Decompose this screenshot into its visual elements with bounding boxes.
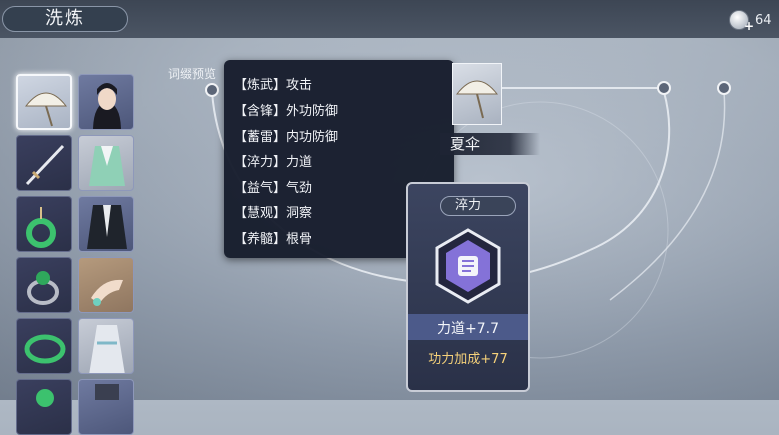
selected-item-frame[interactable]: [452, 63, 502, 125]
umbrella-icon: [455, 80, 499, 119]
affix-row: 【养髓】根骨: [234, 228, 312, 247]
affix-row: 【淬力】力道: [234, 151, 312, 170]
affix-row: 【含锋】外功防御: [234, 100, 338, 119]
affix-row: 【炼武】攻击: [234, 74, 312, 93]
affix-stat-value: 力道+7.7: [437, 321, 499, 337]
ring-icon: [27, 271, 59, 305]
affix-row: 【益气】气劲: [234, 177, 312, 196]
slot-pendant[interactable]: [16, 196, 72, 252]
affix-prefix: 【益气】: [234, 181, 287, 196]
slot-ring[interactable]: [16, 257, 72, 313]
affix-stat: 气劲: [286, 181, 313, 196]
arc-knob-left: [205, 83, 219, 97]
shoes-icon: [95, 384, 119, 400]
outfit-slot-shoes[interactable]: [78, 379, 134, 435]
affix-preview-label: 词缀预览: [168, 67, 217, 81]
outfit-slot-head[interactable]: [78, 74, 134, 130]
slot-sword[interactable]: [16, 135, 72, 191]
affix-stat: 力道: [286, 155, 313, 170]
affix-prefix: 【炼武】: [234, 78, 287, 93]
outfit-slot-top[interactable]: [78, 135, 134, 191]
bracelet-icon: [24, 334, 66, 364]
skirt-icon: [89, 325, 125, 373]
affix-stat: 内功防御: [286, 130, 339, 145]
jade-accessory-icon: [36, 389, 54, 407]
affix-bonus-value: 功力加成+77: [428, 352, 508, 367]
affix-prefix: 【含锋】: [234, 104, 287, 119]
fist-icon: [435, 228, 501, 304]
currency-display[interactable]: + 64: [729, 8, 779, 33]
arc-knob-right: [657, 81, 671, 95]
dark-robe-icon: [87, 205, 127, 249]
affix-stat: 攻击: [286, 78, 313, 93]
slot-umbrella[interactable]: [16, 74, 72, 130]
character-head-icon: [93, 83, 121, 129]
arc-knob-far-right: [717, 81, 731, 95]
sword-icon: [25, 144, 65, 186]
outfit-slot-coat[interactable]: [78, 196, 134, 252]
jade-pendant-icon: [26, 207, 56, 248]
outfit-slot-hands[interactable]: [78, 257, 134, 313]
currency-amount: 64: [755, 12, 772, 28]
page-title: 洗炼: [2, 6, 128, 32]
affix-prefix: 【淬力】: [234, 155, 287, 170]
slot-accessory[interactable]: [16, 379, 72, 435]
affix-card-tab: 淬力: [440, 196, 516, 216]
coin-icon[interactable]: +: [729, 10, 754, 33]
robe-top-icon: [89, 146, 125, 186]
slot-bracelet[interactable]: [16, 318, 72, 374]
affix-prefix: 【蓄雷】: [234, 130, 287, 145]
affix-row: 【蓄雷】内功防御: [234, 126, 338, 145]
outfit-slot-skirt[interactable]: [78, 318, 134, 374]
umbrella-icon: [24, 92, 68, 127]
affix-stat: 洞察: [286, 206, 313, 221]
item-name: 夏伞: [440, 133, 540, 155]
affix-prefix: 【慧观】: [234, 206, 287, 221]
hand-icon: [91, 279, 123, 306]
affix-row: 【慧观】洞察: [234, 202, 312, 221]
affix-prefix: 【养髓】: [234, 232, 287, 247]
affix-stat: 根骨: [286, 232, 313, 247]
affix-stat: 外功防御: [286, 104, 339, 119]
